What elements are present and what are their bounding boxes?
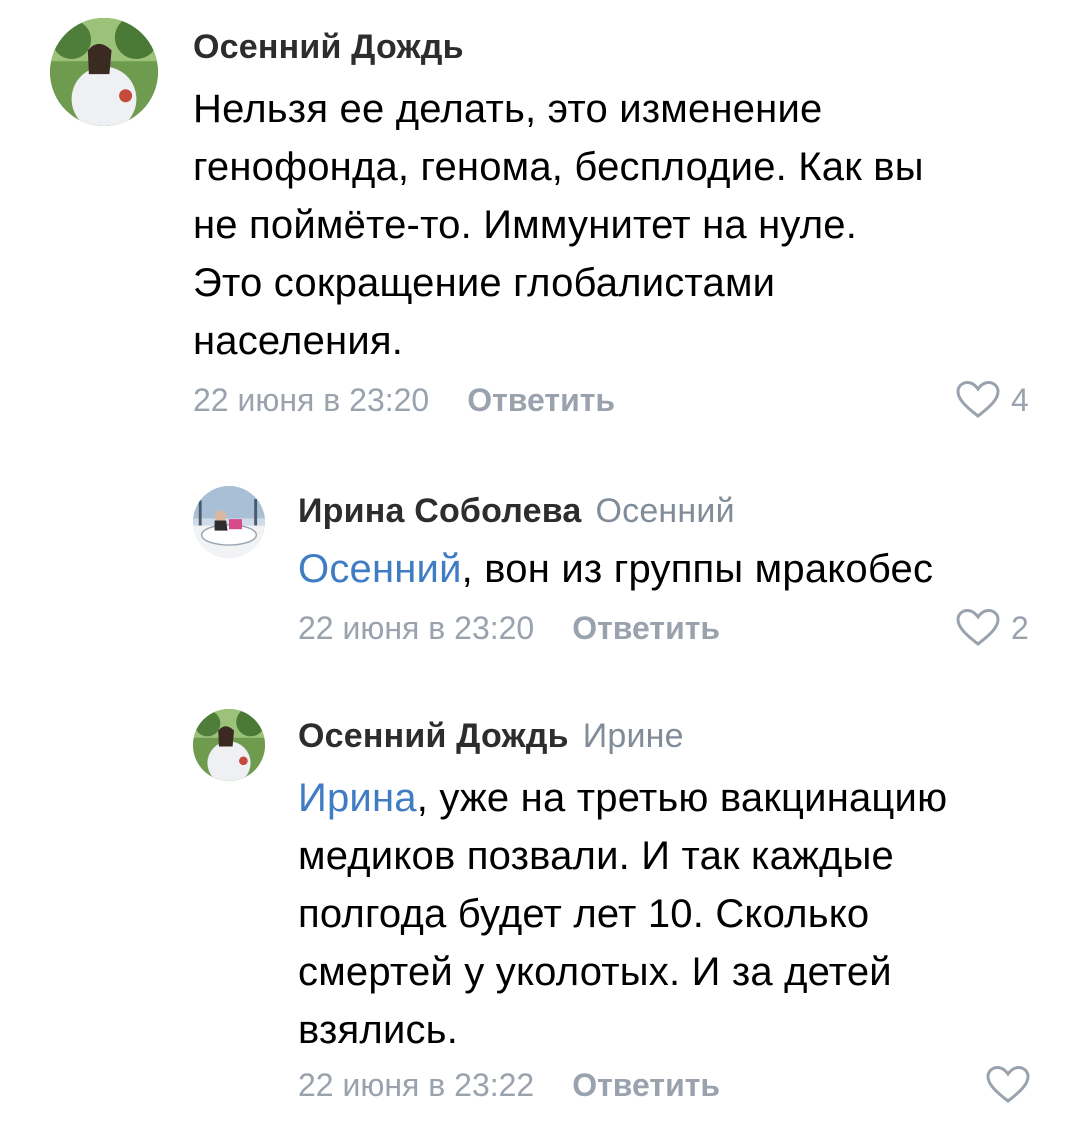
comment-text-line: Это сокращение глобалистами: [193, 261, 776, 305]
comment: Осенний Дождь Нельзя ее делать, это изме…: [0, 0, 1080, 440]
author-name[interactable]: Осенний Дождь: [193, 28, 464, 66]
like-button[interactable]: 2: [955, 608, 1029, 648]
comment-text-line: не поймёте-то. Иммунитет на нуле.: [193, 203, 858, 247]
comment-text-line: смертей у уколотых. И за детей: [298, 950, 892, 994]
comment-text-line: медиков позвали. И так каждые: [298, 834, 894, 878]
heart-outline-icon: [986, 1065, 1030, 1103]
mention-link[interactable]: Ирина: [298, 776, 417, 820]
heart-outline-icon: [956, 380, 1000, 418]
comment-text: Нельзя ее делать, это изменение генофонд…: [193, 80, 1053, 370]
avatar[interactable]: [193, 486, 265, 558]
author-name[interactable]: Осенний Дождь: [298, 717, 569, 755]
author-name[interactable]: Ирина Соболева: [298, 492, 581, 530]
comment-meta: 22 июня в 23:20 Ответить: [193, 382, 615, 419]
comment-text-fragment: , уже на третью вакцинацию: [416, 776, 948, 820]
comment-date[interactable]: 22 июня в 23:20: [193, 382, 429, 418]
avatar[interactable]: [193, 709, 265, 781]
comment-text-line: взялись.: [298, 1008, 459, 1052]
comment-meta: 22 июня в 23:20 Ответить: [298, 610, 720, 647]
mention-link[interactable]: Осенний: [298, 547, 462, 591]
comment-meta: 22 июня в 23:22 Ответить: [298, 1067, 720, 1104]
like-button[interactable]: [985, 1065, 1041, 1105]
like-count: 4: [1011, 381, 1029, 418]
avatar[interactable]: [50, 18, 158, 126]
comment-text-line: Нельзя ее делать, это изменение: [193, 87, 823, 131]
like-count: 2: [1011, 609, 1029, 646]
comment-text-line: населения.: [193, 319, 404, 363]
reply-to-name[interactable]: Осенний: [595, 492, 734, 530]
reply-to-name[interactable]: Ирине: [583, 717, 684, 755]
comment-text: Ирина, уже на третью вакцинацию медиков …: [298, 769, 1058, 1059]
reply-button[interactable]: Ответить: [572, 610, 720, 646]
comment-date[interactable]: 22 июня в 23:22: [298, 1067, 534, 1103]
like-button[interactable]: 4: [955, 380, 1029, 420]
comment-author[interactable]: Ирина Соболева Осенний: [298, 492, 735, 531]
comment-text-line: полгода будет лет 10. Сколько: [298, 892, 870, 936]
avatar-photo-icon: [193, 486, 265, 558]
reply-button[interactable]: Ответить: [572, 1067, 720, 1103]
heart-outline-icon: [956, 608, 1000, 646]
comment-text: Осенний, вон из группы мракобес: [298, 540, 1058, 598]
comment-date[interactable]: 22 июня в 23:20: [298, 610, 534, 646]
comment-text-fragment: , вон из группы мракобес: [461, 547, 934, 591]
reply-button[interactable]: Ответить: [467, 382, 615, 418]
reply-comment: Ирина Соболева Осенний Осенний, вон из гр…: [0, 470, 1080, 670]
avatar-photo-icon: [50, 18, 158, 126]
avatar-photo-icon: [193, 709, 265, 781]
comment-text-line: генофонда, генома, бесплодие. Как вы: [193, 145, 924, 189]
comment-text-line: Осенний, вон из группы мракобес: [298, 540, 1058, 598]
reply-comment: Осенний Дождь Ирине Ирина, уже на третью …: [0, 695, 1080, 1135]
comment-author[interactable]: Осенний Дождь: [193, 28, 464, 67]
comment-text-line: Ирина, уже на третью вакцинацию: [298, 769, 1058, 827]
comment-author[interactable]: Осенний Дождь Ирине: [298, 717, 684, 756]
